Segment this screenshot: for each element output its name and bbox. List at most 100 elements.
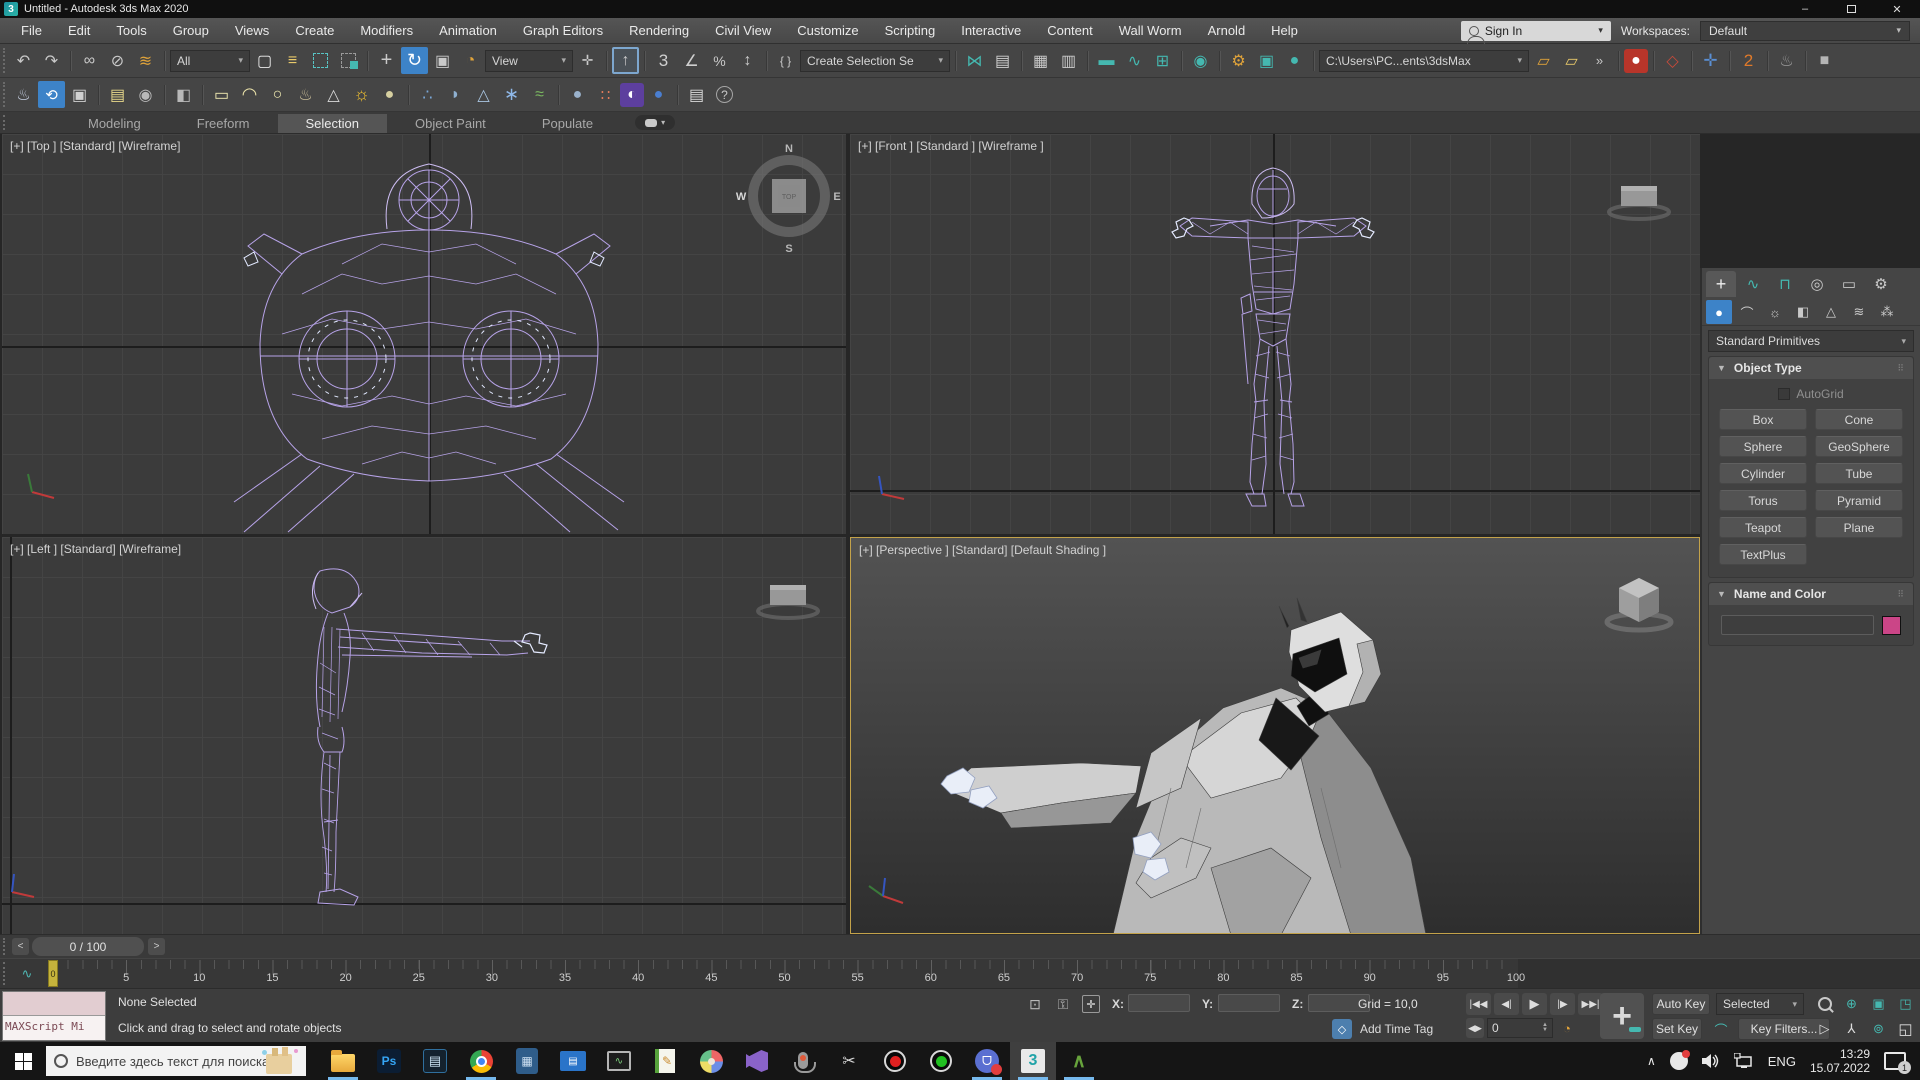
3ds-max-taskbar-taskbar-button[interactable]: 3 bbox=[1010, 1042, 1056, 1080]
select-and-manipulate-icon[interactable]: ↑ bbox=[612, 47, 639, 74]
key-set-dropdown[interactable]: Selected ▾ bbox=[1716, 993, 1804, 1015]
select-and-scale-icon[interactable]: ▣ bbox=[429, 47, 456, 74]
wire-cube-icon[interactable]: ◇ bbox=[1659, 47, 1686, 74]
notepad-taskbar-button[interactable]: ✎ bbox=[642, 1042, 688, 1080]
menu-item[interactable]: Graph Editors bbox=[510, 18, 616, 43]
geometry-category-icon[interactable]: ● bbox=[1706, 300, 1732, 324]
rendered-frame-window-icon[interactable]: ▣ bbox=[1253, 47, 1280, 74]
primitive-button[interactable]: Plane bbox=[1815, 517, 1903, 538]
dots-grid-icon[interactable]: ∴ bbox=[414, 81, 441, 108]
wall-worm-icon[interactable]: 2 bbox=[1735, 47, 1762, 74]
ribbon-tab[interactable]: Object Paint bbox=[387, 114, 514, 133]
volume-icon[interactable] bbox=[1702, 1053, 1720, 1069]
percent-snap-icon[interactable]: % bbox=[706, 47, 733, 74]
language-indicator[interactable]: ENG bbox=[1768, 1054, 1796, 1069]
previous-frame-icon[interactable]: ◀| bbox=[1494, 993, 1519, 1015]
time-slider-handle[interactable]: 0 bbox=[48, 960, 58, 987]
frame-counter[interactable]: 0 / 100 bbox=[32, 937, 144, 956]
snipping-tool-taskbar-button[interactable]: ✂ bbox=[826, 1042, 872, 1080]
y-coordinate-field[interactable] bbox=[1218, 994, 1280, 1012]
mini-curve-editor-icon[interactable]: ∿ bbox=[14, 964, 40, 984]
tower-frame-icon[interactable]: △ bbox=[470, 81, 497, 108]
zoom-extents-icon[interactable]: ▣ bbox=[1866, 993, 1891, 1015]
discord-taskbar-button[interactable]: ᗜ bbox=[964, 1042, 1010, 1080]
default-tangent-icon[interactable]: ⌒ bbox=[1710, 1018, 1732, 1040]
primitive-button[interactable]: Tube bbox=[1815, 463, 1903, 484]
menu-item[interactable]: Views bbox=[222, 18, 282, 43]
menu-item[interactable]: Content bbox=[1034, 18, 1106, 43]
tray-discord-icon[interactable] bbox=[1670, 1052, 1688, 1070]
select-and-rotate-icon[interactable]: ↻ bbox=[401, 47, 428, 74]
teapot-render-icon[interactable]: ♨ bbox=[10, 81, 37, 108]
set-keys-button[interactable]: + bbox=[1600, 993, 1644, 1039]
menu-item[interactable]: Civil View bbox=[702, 18, 784, 43]
spinner-arrows-icon[interactable]: ▲▼ bbox=[1542, 1023, 1548, 1033]
menu-item[interactable]: Create bbox=[282, 18, 347, 43]
auto-key-button[interactable]: Auto Key bbox=[1652, 993, 1710, 1015]
select-by-name-icon[interactable]: ≡ bbox=[279, 47, 306, 74]
next-frame-arrow[interactable]: > bbox=[148, 938, 165, 955]
teapot-gray-icon[interactable]: ♨ bbox=[1773, 47, 1800, 74]
isolate-selection-icon[interactable]: ⊡ bbox=[1024, 993, 1046, 1015]
redo-icon[interactable]: ↷ bbox=[38, 47, 65, 74]
primitive-button[interactable]: Box bbox=[1719, 409, 1807, 430]
menu-item[interactable]: Scripting bbox=[872, 18, 949, 43]
maxscript-macro-row[interactable] bbox=[3, 992, 105, 1016]
ribbon-tab[interactable]: Modeling bbox=[60, 114, 169, 133]
autogrid-checkbox[interactable] bbox=[1778, 388, 1790, 400]
plane-light-icon[interactable]: ▭ bbox=[208, 81, 235, 108]
ribbon-minimize-button[interactable]: ▾ bbox=[635, 115, 675, 130]
sphere-dashed-icon[interactable]: ● bbox=[645, 81, 672, 108]
play-icon[interactable]: ▶ bbox=[1522, 993, 1547, 1015]
window-crossing-icon[interactable] bbox=[335, 47, 362, 74]
camera-light-icon[interactable]: ◉ bbox=[132, 81, 159, 108]
spinner-snap-icon[interactable]: ↕ bbox=[734, 47, 761, 74]
select-object-icon[interactable]: ▢ bbox=[251, 47, 278, 74]
script-open-icon[interactable]: ▱ bbox=[1558, 47, 1585, 74]
half-sphere-icon[interactable]: ◗ bbox=[442, 81, 469, 108]
schematic-view-icon[interactable]: ⊞ bbox=[1149, 47, 1176, 74]
render-window-icon[interactable]: ▣ bbox=[66, 81, 93, 108]
primitive-button[interactable]: TextPlus bbox=[1719, 544, 1807, 565]
primitive-button[interactable]: Torus bbox=[1719, 490, 1807, 511]
track-bar[interactable]: ∿ 05101520253035404550556065707580859095… bbox=[0, 958, 1920, 988]
menu-item[interactable]: Tools bbox=[103, 18, 159, 43]
align-icon[interactable]: ▤ bbox=[989, 47, 1016, 74]
viewport-label-perspective[interactable]: [+] [Perspective ] [Standard] [Default S… bbox=[859, 543, 1106, 557]
maximize-button[interactable] bbox=[1828, 0, 1874, 18]
calculator-taskbar-button[interactable]: ▦ bbox=[504, 1042, 550, 1080]
maxscript-listener-row[interactable]: MAXScript Mi bbox=[3, 1016, 105, 1040]
add-time-tag[interactable]: ◇ Add Time Tag bbox=[1332, 1019, 1433, 1039]
mask-icon[interactable]: ◐ bbox=[620, 83, 644, 107]
colored-balls-icon[interactable]: ∷ bbox=[592, 81, 619, 108]
menu-item[interactable]: Customize bbox=[784, 18, 871, 43]
primitive-button[interactable]: Sphere bbox=[1719, 436, 1807, 457]
x-coordinate-field[interactable] bbox=[1128, 994, 1190, 1012]
sun-light-icon[interactable]: ☼ bbox=[348, 81, 375, 108]
utilities-tab-icon[interactable]: ⚙ bbox=[1866, 271, 1896, 297]
curve-editor-icon[interactable]: ∿ bbox=[1121, 47, 1148, 74]
camera-icon[interactable]: ◧ bbox=[170, 81, 197, 108]
create-tab-icon[interactable]: + bbox=[1706, 271, 1736, 297]
sphere-blue-icon[interactable]: ● bbox=[564, 81, 591, 108]
select-and-place-icon[interactable]: ◔ bbox=[457, 47, 484, 74]
previous-frame-arrow[interactable]: < bbox=[12, 938, 29, 955]
microphone-taskbar-button[interactable] bbox=[780, 1042, 826, 1080]
zoom-extents-all-icon[interactable]: ◳ bbox=[1893, 993, 1918, 1015]
ring-light-icon[interactable]: ○ bbox=[264, 81, 291, 108]
set-key-button[interactable]: Set Key bbox=[1652, 1018, 1702, 1040]
toolbar-overflow-icon[interactable]: » bbox=[1586, 47, 1613, 74]
move-gizmo-icon[interactable]: ✛ bbox=[1697, 47, 1724, 74]
menu-item[interactable]: Help bbox=[1258, 18, 1311, 43]
display-tab-icon[interactable]: ▭ bbox=[1834, 271, 1864, 297]
viewport-label-left[interactable]: [+] [Left ] [Standard] [Wireframe] bbox=[10, 542, 181, 556]
menu-item[interactable]: Modifiers bbox=[347, 18, 426, 43]
material-editor-icon[interactable]: ◉ bbox=[1187, 47, 1214, 74]
resource-monitor-taskbar-button[interactable]: ∿ bbox=[596, 1042, 642, 1080]
file-explorer-taskbar-button[interactable] bbox=[320, 1042, 366, 1080]
render-setup-icon[interactable]: ⚙ bbox=[1225, 47, 1252, 74]
object-type-rollout-header[interactable]: ▼ Object Type ⠿ bbox=[1709, 357, 1913, 379]
select-and-move-icon[interactable]: + bbox=[373, 47, 400, 74]
primitive-button[interactable]: Teapot bbox=[1719, 517, 1807, 538]
contact-card-taskbar-button[interactable]: ▤ bbox=[550, 1042, 596, 1080]
